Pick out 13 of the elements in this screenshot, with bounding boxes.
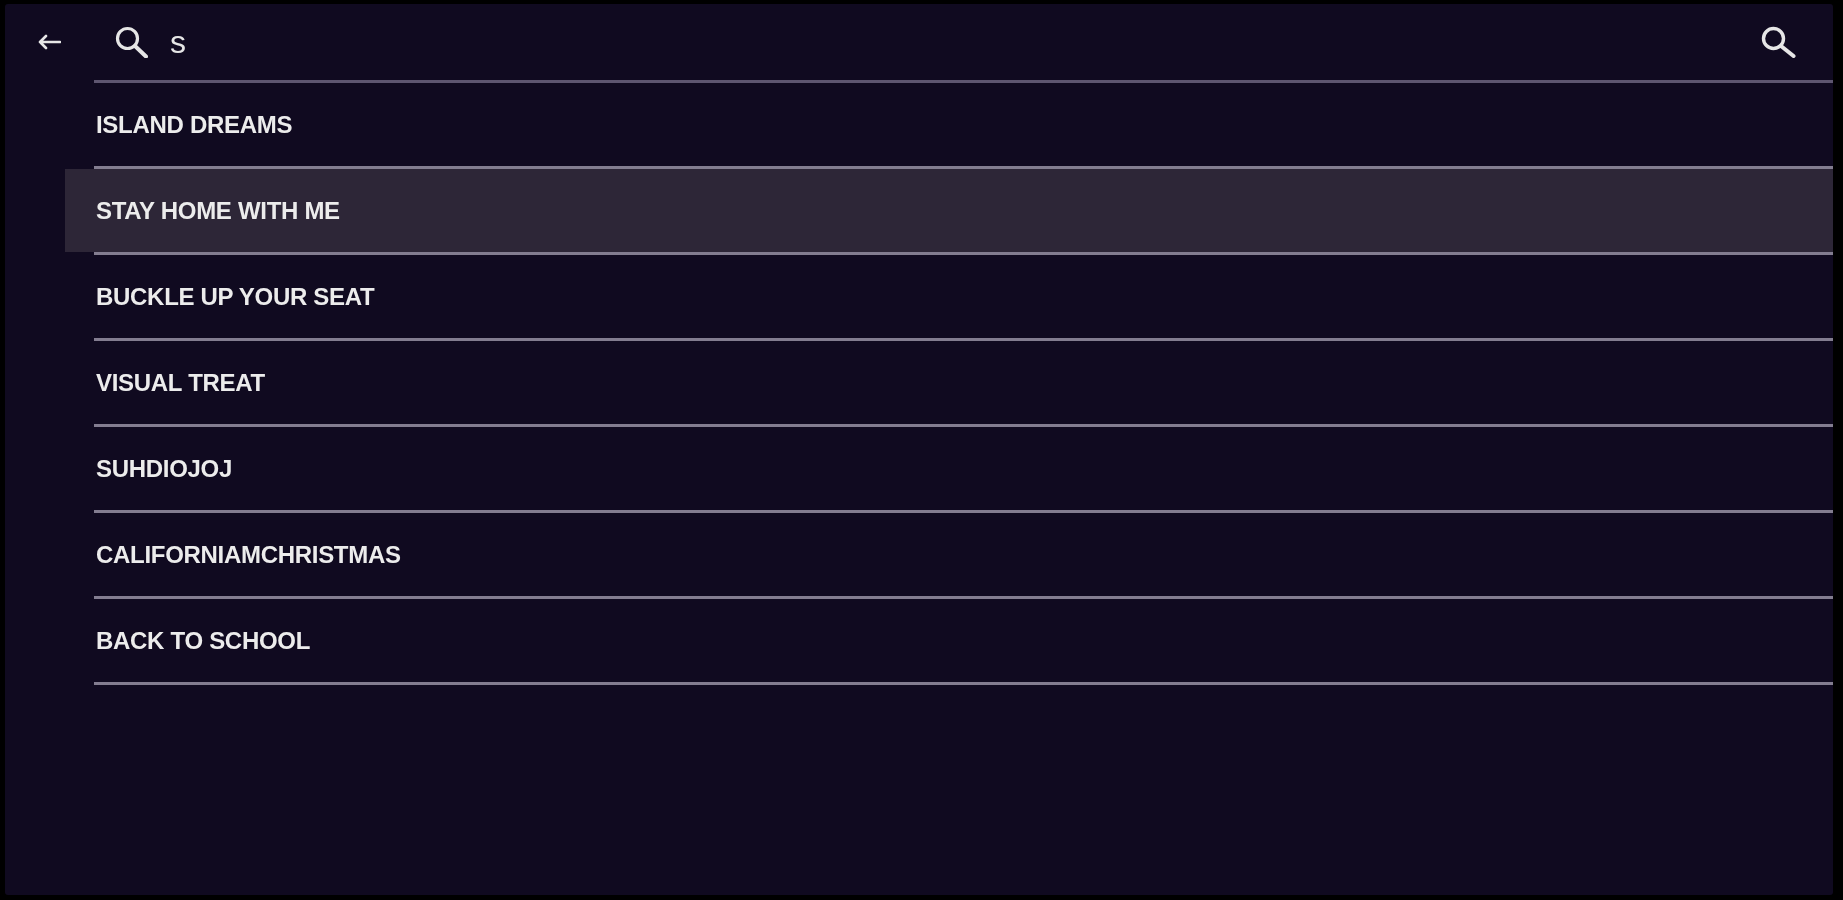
list-item[interactable]: STAY HOME WITH ME: [65, 169, 1833, 252]
list-item[interactable]: VISUAL TREAT: [65, 341, 1833, 424]
list-item[interactable]: CALIFORNIAMCHRISTMAS: [65, 513, 1833, 596]
search-button[interactable]: [1760, 26, 1797, 58]
search-icon: [115, 26, 148, 58]
back-button[interactable]: [37, 34, 61, 50]
list-item[interactable]: BACK TO SCHOOL: [65, 599, 1833, 682]
list-item[interactable]: SUHDIOJOJ: [65, 427, 1833, 510]
list-item[interactable]: BUCKLE UP YOUR SEAT: [65, 255, 1833, 338]
list-item[interactable]: ISLAND DREAMS: [65, 83, 1833, 166]
search-field[interactable]: s: [170, 20, 1740, 64]
back-arrow-icon: [37, 34, 61, 50]
search-icon: [1760, 26, 1797, 58]
